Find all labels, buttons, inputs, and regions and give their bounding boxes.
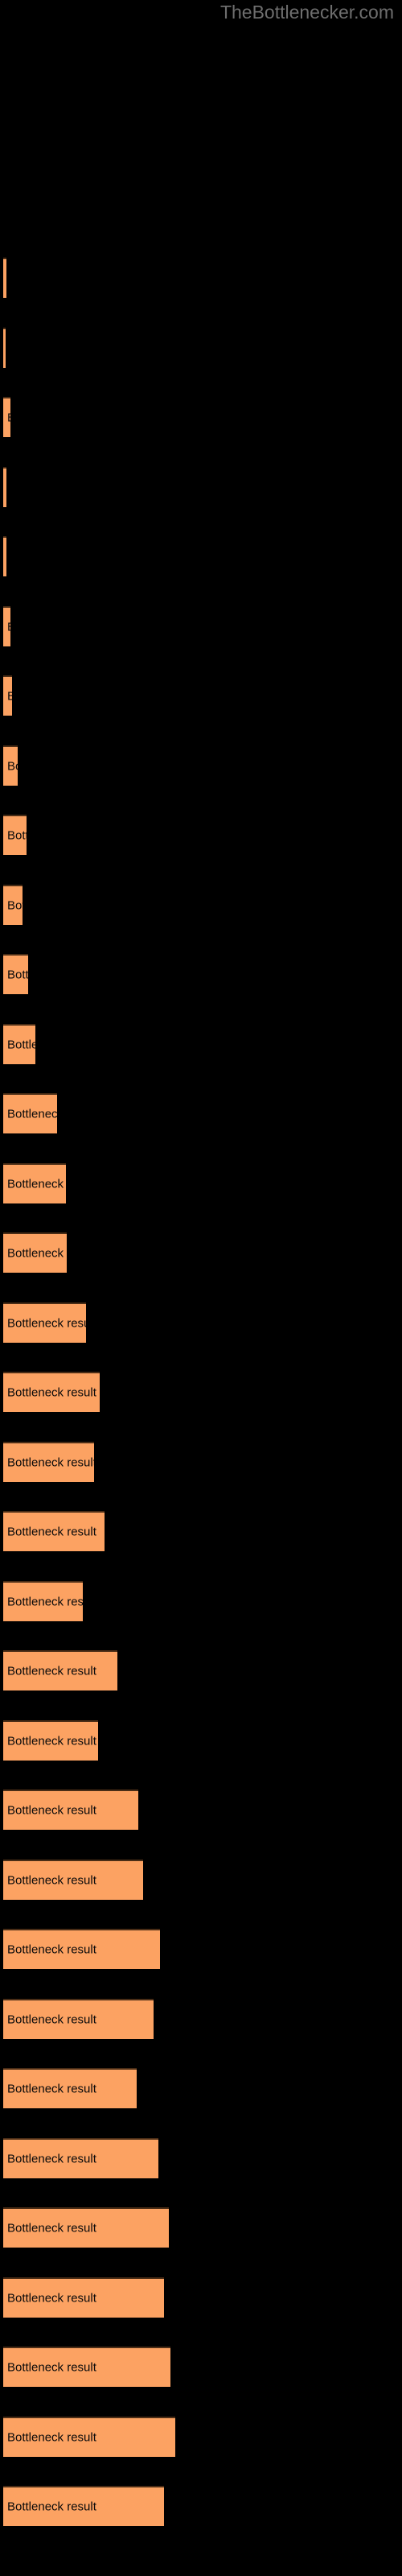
bar-label: Bottleneck result [7,1595,83,1608]
bar-row: Bottleneck result [0,1580,402,1621]
bar: Bottleneck result [3,1998,154,2039]
bar-row: Bottleneck result [0,2347,402,2387]
bar: Bottleneck result [3,1650,117,1690]
bar: Bottleneck result [3,1511,105,1551]
bar-row: Bottleneck result [0,1162,402,1203]
bar-label: Bottleneck result [7,1385,96,1400]
bar-row: Bottleneck result [0,954,402,994]
bar-label: Bottleneck result [7,1873,96,1887]
bar: Bottleneck result [3,1441,94,1482]
bar-label: Bottleneck result [7,1664,96,1678]
bar: Bottleneck result [3,1232,67,1273]
bar-row: Bottleneck result [0,2486,402,2526]
bar-row: Bottleneck result [0,1790,402,1830]
bar-chart-plot-area: Bottleneck result Bottleneck result Bottle… [0,0,402,2576]
bar-row: Bottleneck result [0,1023,402,1064]
bar-row: Bottleneck result [0,1372,402,1412]
bar: Bottleneck result [3,1302,86,1343]
bar-label: Bottleneck result [7,2013,96,2026]
bar-row: Bottleneck result [0,1719,402,1761]
bar-label: Bottleneck result [7,2360,96,2375]
bar-row: Bottleneck result [0,1511,402,1551]
bar: Bottleneck result [3,2416,175,2457]
bar-row: Bottleneck result [0,397,402,437]
bar-label: Bottleneck result [7,1942,96,1957]
bar: Bottleneck result [3,397,10,437]
bar-row: Bottleneck result [0,1093,402,1133]
bar-label: Bottleneck result [7,2291,96,2305]
bar-row: Bottleneck result [0,536,402,576]
bar: Bottleneck result [3,1093,57,1133]
bar: Bottleneck result [3,1859,143,1900]
bar-row: Bottleneck result [0,466,402,507]
bar-row: Bottleneck result [0,675,402,716]
bar-row: Bottleneck result [0,2207,402,2248]
bar-label: Bottleneck result [7,1038,35,1051]
bar-row: Bottleneck result [0,884,402,925]
bar-row: Bottleneck result [0,1650,402,1690]
bar: Bottleneck result [3,605,10,646]
bar-row: Bottleneck result [0,1232,402,1273]
bar-label: Bottleneck result [7,1316,86,1330]
bar: Bottleneck result [3,1790,138,1830]
bar-label: Bottleneck result [7,1455,94,1469]
bar: Bottleneck result [3,2347,170,2387]
bar: Bottleneck result [3,1580,83,1621]
bar-label: Bottleneck result [7,691,12,703]
bar: Bottleneck result [3,1719,98,1761]
bar-row: Bottleneck result [0,815,402,855]
bar-row: Bottleneck result [0,258,402,298]
bar-row: Bottleneck result [0,1441,402,1482]
bar: Bottleneck result [3,2486,164,2526]
bar: Bottleneck result [3,675,12,716]
bar: Bottleneck result [3,536,6,576]
bar-label: Bottleneck result [7,828,27,843]
bar-label: Bottleneck result [7,2082,96,2096]
bar-label: Bottleneck result [7,1246,67,1261]
bar: Bottleneck result [3,1372,100,1412]
bar: Bottleneck result [3,745,18,786]
bar-row: Bottleneck result [0,745,402,786]
bar-row: Bottleneck result [0,605,402,646]
bar-label: Bottleneck result [7,898,23,912]
bar-row: Bottleneck result [0,1929,402,1969]
bar-label: Bottleneck result [7,2152,96,2165]
bar: Bottleneck result [3,1023,35,1064]
bar-label: Bottleneck result [7,1525,96,1539]
bar: Bottleneck result [3,466,6,507]
bar: Bottleneck result [3,2277,164,2318]
bar-label: Bottleneck result [7,2430,96,2444]
bar-label: Bottleneck result [7,1734,96,1748]
bar-row: Bottleneck result [0,1302,402,1343]
bar-row: Bottleneck result [0,1998,402,2039]
chart-page: TheBottlenecker.com Bottleneck resultBot… [0,0,402,2576]
bar-label: Bottleneck result [7,968,28,982]
bar-row: Bottleneck result [0,2068,402,2108]
bar-label: Bottleneck result [7,759,18,773]
bar-label: Bottleneck result [7,2500,96,2514]
bar-row: Bottleneck result [0,2277,402,2318]
bar-label: Bottleneck result [7,2221,96,2235]
bar: Bottleneck result [3,1162,66,1203]
bar-label: Bottleneck result [7,1803,96,1818]
bar: Bottleneck result [3,258,6,298]
bar: Bottleneck result [3,2137,158,2178]
bar-row: Bottleneck result [0,327,402,368]
bar: Bottleneck result [3,2207,169,2248]
bar-label: Bottleneck result [7,412,10,424]
bar-label: Bottleneck result [7,1177,66,1191]
bar: Bottleneck result [3,954,28,994]
bar-label: Bottleneck result [7,621,10,633]
bar-row: Bottleneck result [0,2137,402,2178]
bar: Bottleneck result [3,327,6,368]
bar: Bottleneck result [3,2068,137,2108]
bar: Bottleneck result [3,815,27,855]
bar-label: Bottleneck result [7,1107,57,1121]
bar-row: Bottleneck result [0,1859,402,1900]
bar: Bottleneck result [3,884,23,925]
bar-row: Bottleneck result [0,2416,402,2457]
bar: Bottleneck result [3,1929,160,1969]
